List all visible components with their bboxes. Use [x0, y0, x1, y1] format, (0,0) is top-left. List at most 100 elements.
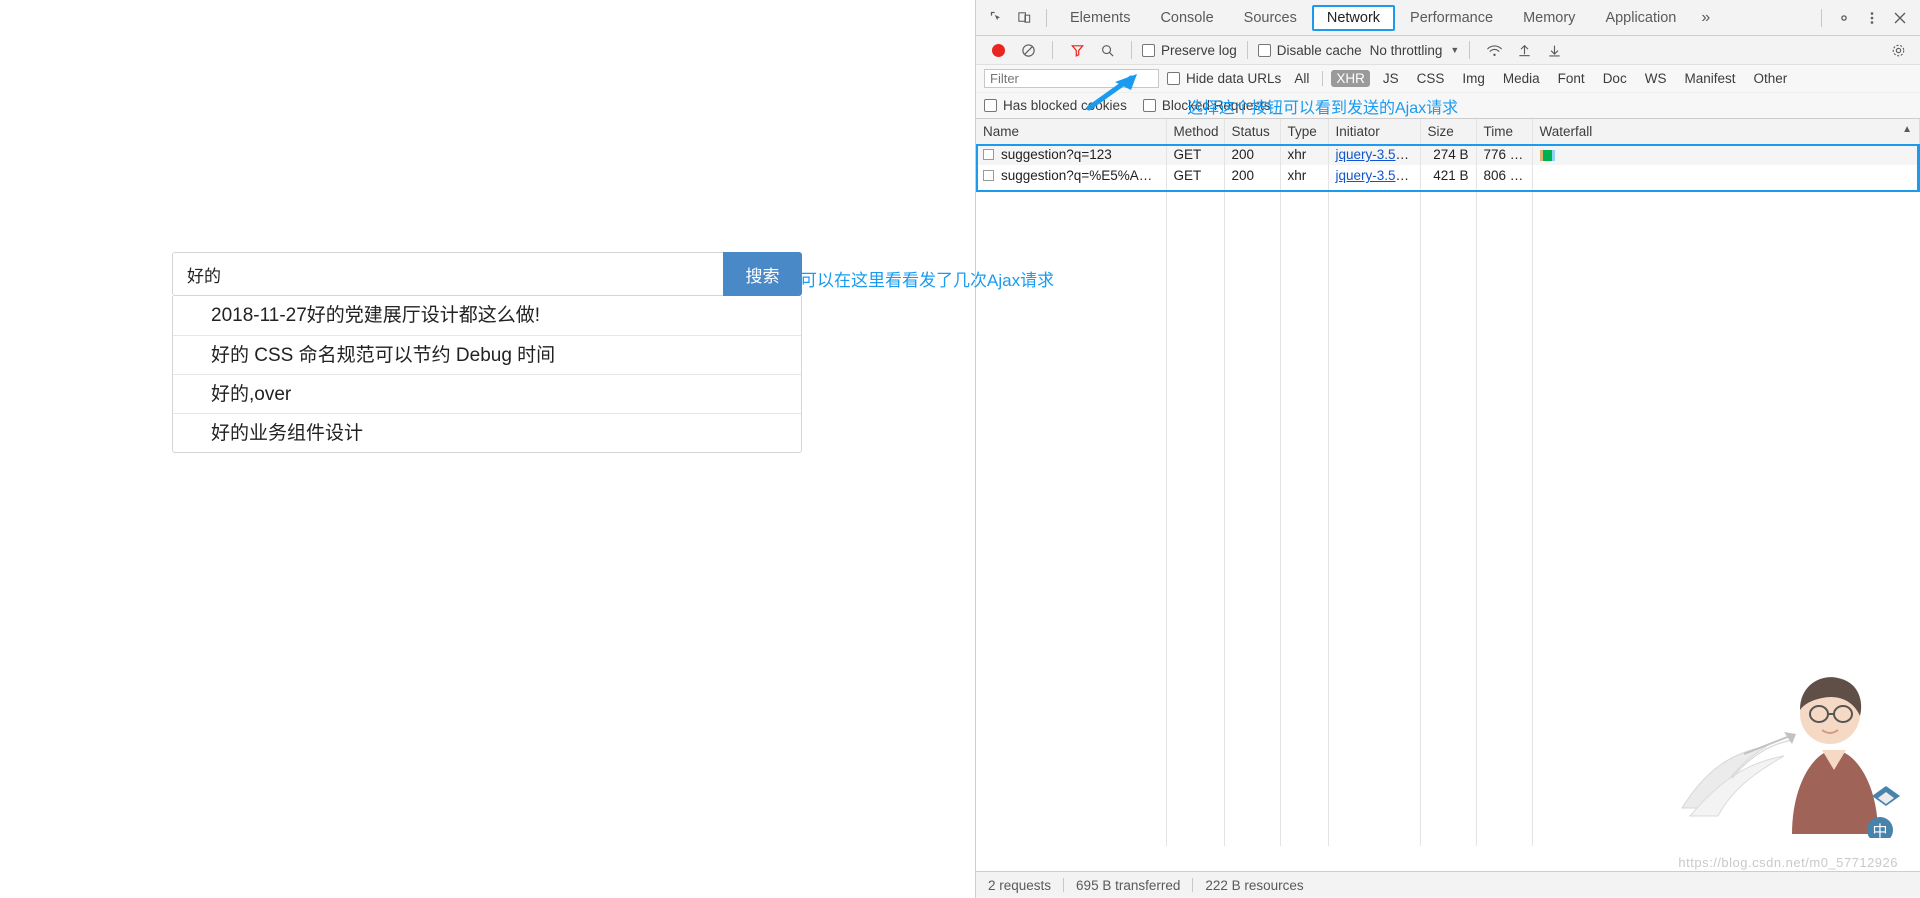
status-requests: 2 requests [988, 877, 1052, 893]
preserve-log-label: Preserve log [1161, 42, 1237, 58]
network-conditions-icon[interactable] [1480, 37, 1508, 63]
disable-cache-checkbox[interactable]: Disable cache [1257, 42, 1362, 58]
initiator-link[interactable]: jquery-3.5.1.... [1336, 147, 1420, 162]
filter-type-ws[interactable]: WS [1640, 70, 1672, 87]
column-header-method[interactable]: Method [1166, 119, 1225, 145]
filter-icon[interactable] [1063, 37, 1091, 63]
initiator-link[interactable]: jquery-3.5.1.... [1336, 168, 1420, 183]
table-header-row: Name Method Status Type Initiator Size T… [976, 119, 1920, 145]
disable-cache-label: Disable cache [1276, 42, 1362, 58]
suggestion-item[interactable]: 好的 CSS 命名规范可以节约 Debug 时间 [173, 335, 801, 374]
search-row: 搜索 [172, 252, 802, 296]
inspect-element-icon[interactable] [982, 5, 1010, 31]
row-size: 274 B [1420, 144, 1477, 165]
filter-type-doc[interactable]: Doc [1598, 70, 1632, 87]
column-header-time[interactable]: Time [1476, 119, 1533, 145]
gear-icon[interactable] [1830, 5, 1858, 31]
suggestion-item[interactable]: 2018-11-27好的党建展厅设计都这么做! [173, 296, 801, 335]
row-type: xhr [1280, 144, 1329, 165]
hide-data-urls-checkbox[interactable]: Hide data URLs [1167, 71, 1281, 86]
tab-memory[interactable]: Memory [1508, 5, 1590, 31]
tab-network[interactable]: Network [1311, 4, 1396, 31]
row-time: 806 ms [1476, 165, 1533, 186]
throttling-select[interactable]: No throttling [1370, 43, 1443, 58]
network-toolbar: Preserve log Disable cache No throttling… [976, 36, 1920, 65]
search-button[interactable]: 搜索 [723, 252, 802, 296]
more-options-icon[interactable] [1858, 5, 1886, 31]
tab-performance[interactable]: Performance [1395, 5, 1508, 31]
row-name-text: suggestion?q=%E5%A5%B... [1001, 168, 1166, 183]
row-type: xhr [1280, 165, 1329, 186]
record-icon[interactable] [984, 37, 1012, 63]
table-grid-overlay [976, 119, 1920, 846]
export-har-icon[interactable] [1540, 37, 1568, 63]
filter-type-css[interactable]: CSS [1412, 70, 1450, 87]
row-method: GET [1166, 144, 1225, 165]
sort-arrow-icon[interactable]: ▲ [1902, 124, 1912, 135]
status-resources: 222 B resources [1205, 877, 1304, 893]
row-checkbox[interactable] [983, 170, 994, 181]
filter-type-all[interactable]: All [1289, 70, 1314, 87]
clear-icon[interactable] [1014, 37, 1042, 63]
status-transferred: 695 B transferred [1076, 877, 1181, 893]
row-checkbox[interactable] [983, 149, 994, 161]
filter-type-other[interactable]: Other [1748, 70, 1792, 87]
device-toolbar-icon[interactable] [1010, 5, 1038, 31]
filter-type-xhr[interactable]: XHR [1331, 70, 1370, 87]
tab-application[interactable]: Application [1590, 5, 1691, 31]
row-name-cell[interactable]: suggestion?q=123 [976, 144, 1167, 165]
column-header-status[interactable]: Status [1224, 119, 1281, 145]
row-initiator[interactable]: jquery-3.5.1.... [1328, 165, 1421, 186]
toolbar-divider-1 [1052, 41, 1053, 59]
waterfall-wait-bar [1551, 150, 1555, 162]
row-status: 200 [1224, 144, 1281, 165]
requests-table: Name Method Status Type Initiator Size T… [976, 119, 1920, 186]
search-icon[interactable] [1093, 37, 1121, 63]
suggestion-item[interactable]: 好的业务组件设计 [173, 413, 801, 452]
filter-type-font[interactable]: Font [1553, 70, 1590, 87]
preserve-log-box [1142, 43, 1155, 57]
close-icon[interactable] [1886, 5, 1914, 31]
web-page-area: 搜索 2018-11-27好的党建展厅设计都这么做! 好的 CSS 命名规范可以… [0, 0, 975, 898]
tab-elements[interactable]: Elements [1055, 5, 1145, 31]
row-initiator[interactable]: jquery-3.5.1.... [1328, 144, 1421, 165]
table-row[interactable]: suggestion?q=123 GET 200 xhr jquery-3.5.… [976, 144, 1920, 165]
filter-type-js[interactable]: JS [1378, 70, 1404, 87]
row-size: 421 B [1420, 165, 1477, 186]
suggestion-list: 2018-11-27好的党建展厅设计都这么做! 好的 CSS 命名规范可以节约 … [172, 296, 802, 453]
row-waterfall [1532, 165, 1920, 186]
column-header-name[interactable]: Name [976, 119, 1167, 145]
column-header-type[interactable]: Type [1280, 119, 1329, 145]
row-waterfall [1532, 144, 1920, 165]
tabbar-right-controls [1813, 5, 1914, 31]
import-har-icon[interactable] [1510, 37, 1538, 63]
row-name-text: suggestion?q=123 [1001, 147, 1112, 163]
filter-type-manifest[interactable]: Manifest [1679, 70, 1740, 87]
filter-divider [1322, 71, 1324, 86]
row-status: 200 [1224, 165, 1281, 186]
search-input[interactable] [172, 252, 723, 296]
filter-type-media[interactable]: Media [1498, 70, 1545, 87]
preserve-log-checkbox[interactable]: Preserve log [1142, 43, 1237, 58]
more-tabs-icon[interactable]: » [1691, 9, 1720, 27]
toolbar-divider-4 [1469, 41, 1471, 59]
tabbar-divider-right [1821, 8, 1822, 27]
column-header-initiator[interactable]: Initiator [1328, 119, 1421, 145]
tab-sources[interactable]: Sources [1229, 5, 1312, 31]
hide-data-urls-box [1167, 72, 1180, 85]
suggestion-item[interactable]: 好的,over [173, 374, 801, 413]
screenshot-root: 搜索 2018-11-27好的党建展厅设计都这么做! 好的 CSS 命名规范可以… [0, 0, 1920, 898]
chevron-down-icon[interactable]: ▼ [1450, 45, 1459, 55]
tabbar-divider [1046, 8, 1047, 27]
column-header-waterfall[interactable]: Waterfall ▲ [1532, 119, 1920, 145]
search-widget: 搜索 2018-11-27好的党建展厅设计都这么做! 好的 CSS 命名规范可以… [172, 252, 802, 453]
row-name-cell[interactable]: suggestion?q=%E5%A5%B... [976, 165, 1167, 186]
network-settings-icon[interactable] [1884, 37, 1912, 63]
toolbar-divider-2 [1131, 41, 1132, 59]
tab-console[interactable]: Console [1145, 5, 1228, 31]
filter-type-img[interactable]: Img [1457, 70, 1490, 87]
table-row[interactable]: suggestion?q=%E5%A5%B... GET 200 xhr jqu… [976, 165, 1920, 186]
row-time: 776 ms [1476, 144, 1533, 165]
column-header-size[interactable]: Size [1420, 119, 1477, 145]
hide-data-urls-label: Hide data URLs [1186, 71, 1282, 86]
